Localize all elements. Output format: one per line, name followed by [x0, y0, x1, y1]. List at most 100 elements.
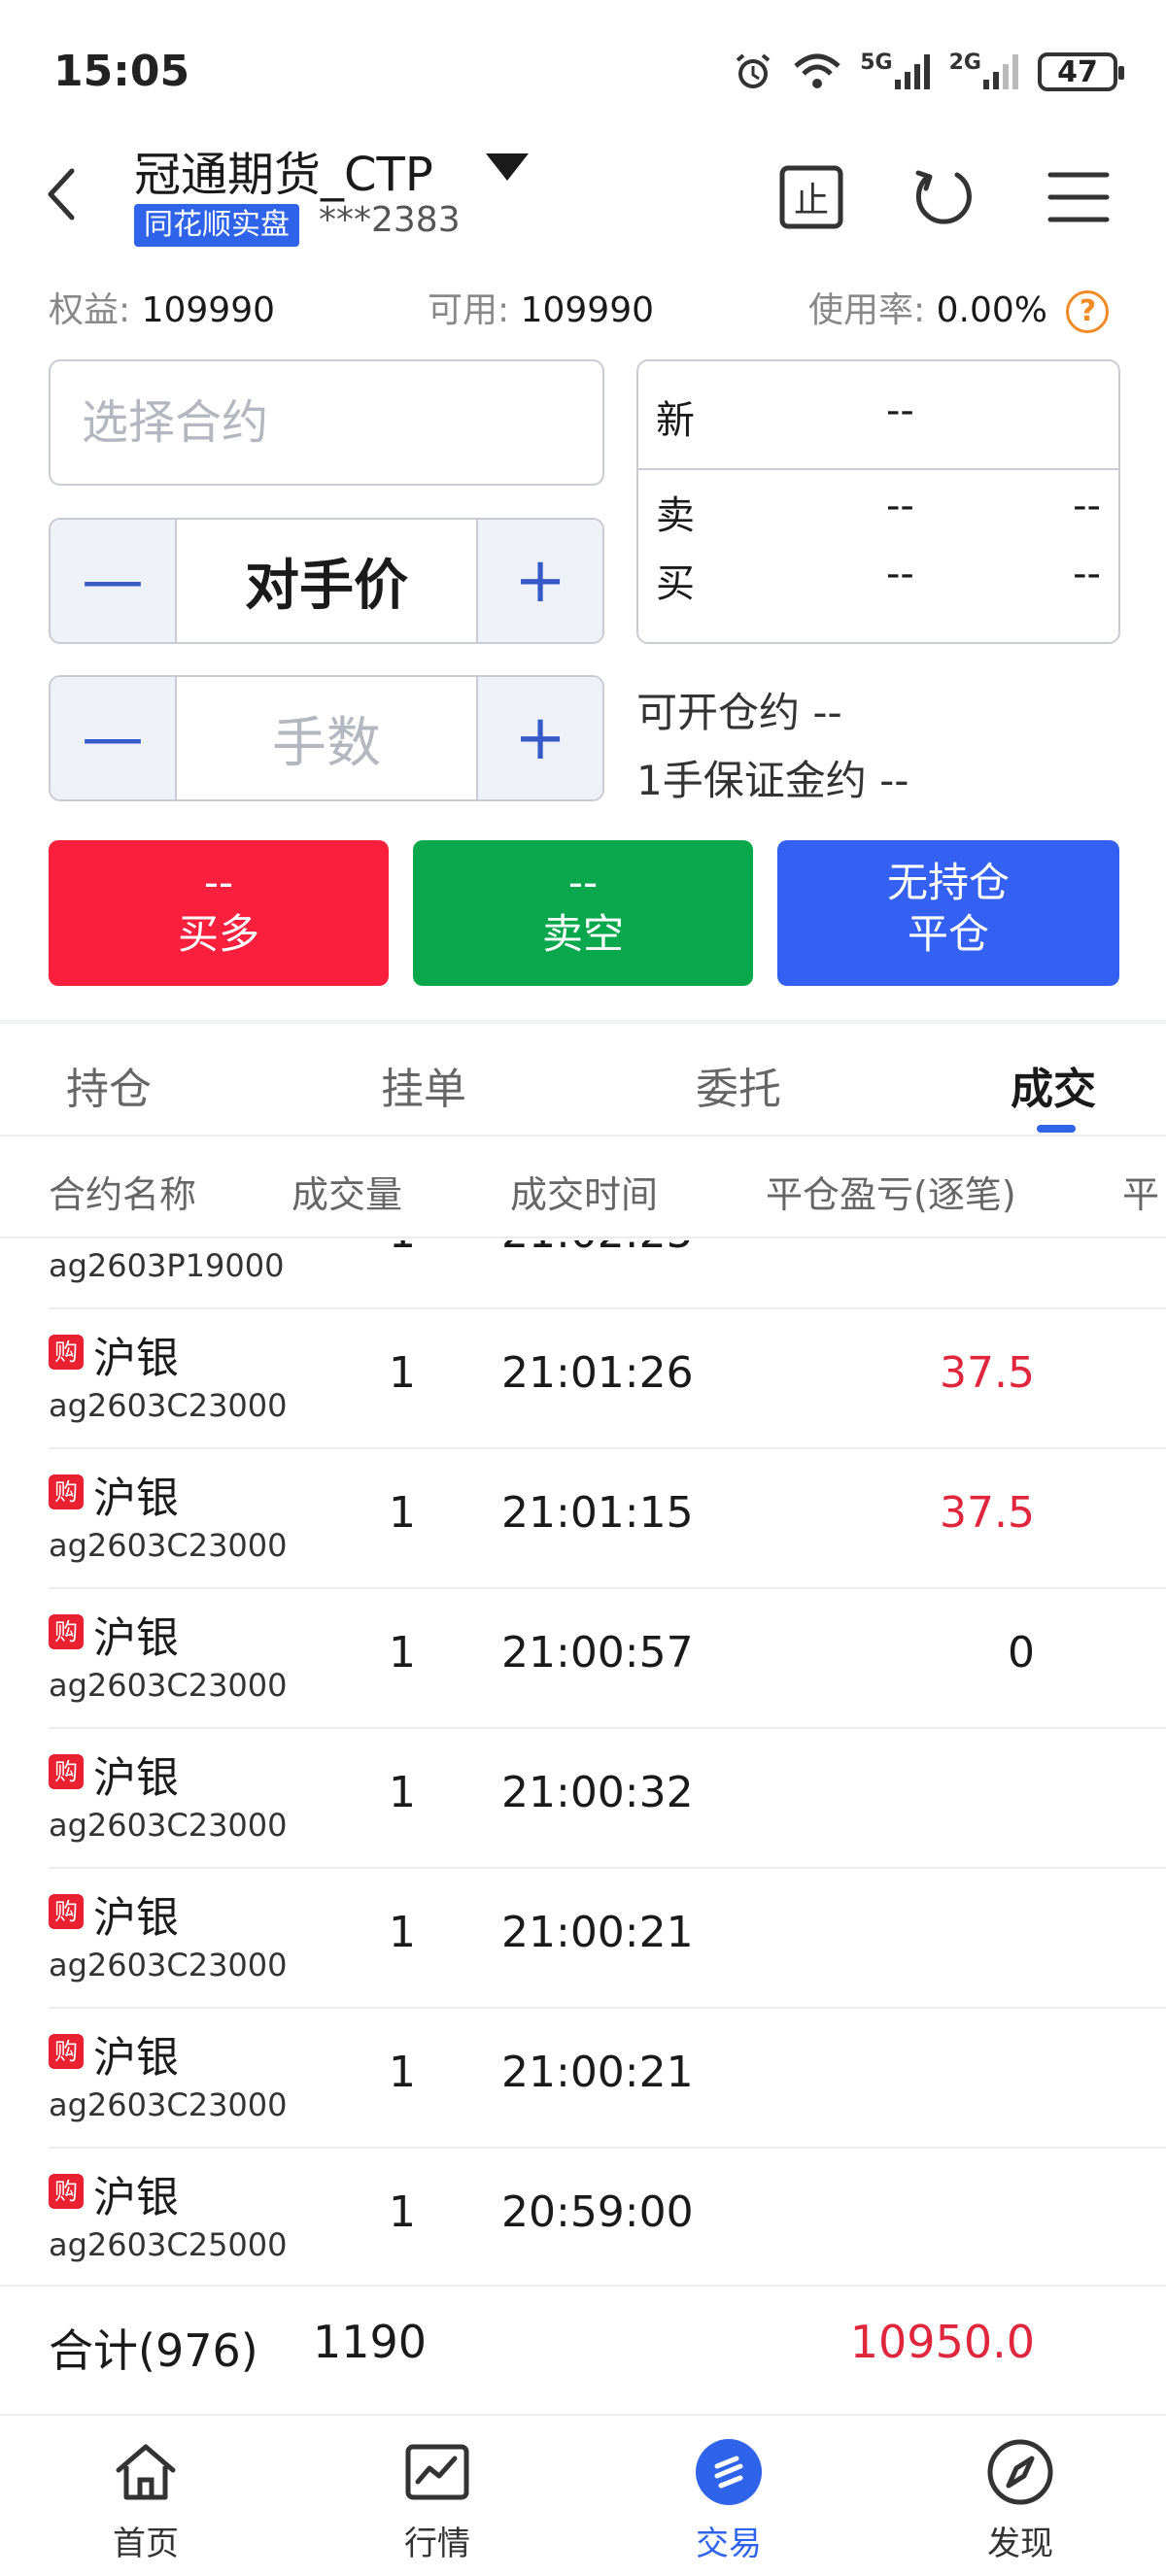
column-time[interactable]: 成交时间 — [510, 1165, 658, 1218]
row-contract-name: 沪银 — [93, 1613, 179, 1663]
status-bar: 15:05 5G 2G 47 — [0, 0, 1166, 146]
row-quantity: 1 — [389, 1768, 416, 1817]
equity: 权益: 109990 — [49, 282, 275, 332]
quote-ask-price: -- — [886, 484, 914, 528]
sell-short-button[interactable]: -- 卖空 — [413, 840, 753, 986]
trade-icon — [690, 2433, 768, 2511]
total-row: 合计(976) 1190 10950.0 — [0, 2285, 1166, 2411]
available: 可用: 109990 — [428, 282, 654, 332]
quote-bid-row: 买 -- -- — [638, 552, 1118, 610]
table-row[interactable]: 购 沪银 ag2603C23000 1 21:00:21 — [0, 1869, 1166, 2009]
quote-panel: 新 -- 卖 -- -- 买 -- -- — [636, 359, 1120, 644]
menu-icon[interactable] — [1045, 163, 1113, 231]
table-row[interactable]: 1 21:02:25 ag2603P19000 — [0, 1240, 1166, 1309]
nav-market-label: 行情 — [404, 2525, 470, 2563]
row-contract-code: ag2603C23000 — [49, 1387, 288, 1424]
chart-icon — [398, 2433, 476, 2511]
equity-label: 权益: — [49, 290, 131, 330]
row-pnl: 37.5 — [940, 1488, 1035, 1538]
alarm-icon — [732, 51, 774, 93]
dropdown-caret-icon[interactable] — [486, 153, 529, 181]
row-contract-name: 沪银 — [93, 1753, 179, 1803]
help-icon[interactable]: ? — [1066, 290, 1110, 333]
quantity-plus-button[interactable]: + — [476, 677, 602, 799]
tab-positions[interactable]: 持仓 — [66, 1054, 152, 1116]
header: 冠通期货_CTP 同花顺实盘 ***2383 止 — [0, 126, 1166, 262]
status-icons: 5G 2G 47 — [732, 51, 1124, 93]
tab-orders[interactable]: 委托 — [696, 1054, 781, 1116]
usage-value: 0.00% — [936, 290, 1047, 330]
nav-market[interactable]: 行情 — [360, 2433, 515, 2564]
table-row[interactable]: 购 沪银 ag2603C23000 1 21:01:26 37.5 — [0, 1309, 1166, 1449]
price-plus-button[interactable]: + — [476, 520, 602, 642]
row-contract-name: 沪银 — [93, 1334, 179, 1383]
column-volume[interactable]: 成交量 — [292, 1165, 402, 1218]
account-number: ***2383 — [319, 200, 461, 240]
stop-icon[interactable]: 止 — [777, 163, 845, 231]
tab-indicator — [1037, 1125, 1076, 1133]
column-pnl[interactable]: 平仓盈亏(逐笔) — [766, 1165, 1016, 1218]
sell-price: -- — [567, 859, 599, 906]
row-contract-name: 沪银 — [93, 1474, 179, 1523]
row-contract-code: ag2603C23000 — [49, 1527, 288, 1564]
column-more[interactable]: 平 — [1122, 1165, 1159, 1218]
table-row[interactable]: 购 沪银 ag2603C23000 1 21:00:32 — [0, 1729, 1166, 1869]
quantity-minus-button[interactable]: — — [51, 677, 177, 799]
row-quantity: 1 — [389, 1488, 416, 1538]
total-label: 合计(976) — [49, 2324, 258, 2377]
nav-trade[interactable]: 交易 — [651, 2433, 806, 2564]
nav-discover[interactable]: 发现 — [943, 2433, 1098, 2564]
margin-info: 1手保证金约 -- — [636, 748, 909, 807]
price-minus-button[interactable]: — — [51, 520, 177, 642]
nav-home-label: 首页 — [113, 2525, 179, 2563]
table-row[interactable]: 购 沪银 ag2603C23000 1 21:00:57 0 — [0, 1589, 1166, 1729]
quote-last-value: -- — [886, 389, 914, 433]
total-pnl: 10950.0 — [849, 2316, 1035, 2368]
price-type-field[interactable]: 对手价 — [177, 520, 476, 642]
quote-ask-label: 卖 — [656, 493, 695, 538]
row-time: 21:00:21 — [501, 2048, 694, 2097]
battery-icon: 47 — [1038, 52, 1124, 91]
row-time: 21:00:32 — [501, 1768, 694, 1817]
nav-discover-label: 发现 — [987, 2525, 1053, 2563]
close-position-button[interactable]: 无持仓 平仓 — [777, 840, 1119, 986]
margin-label: 1手保证金约 — [636, 757, 867, 804]
row-quantity: 1 — [389, 1908, 416, 1957]
table-header: 合约名称 成交量 成交时间 平仓盈亏(逐笔) 平 — [0, 1141, 1166, 1238]
row-contract-code: ag2603C23000 — [49, 1807, 288, 1844]
row-quantity: 1 — [389, 2187, 416, 2237]
quote-ask-row: 卖 -- -- — [638, 484, 1118, 542]
refresh-icon[interactable] — [909, 163, 977, 231]
buy-badge-icon: 购 — [49, 1335, 84, 1370]
table-row[interactable]: 购 沪银 ag2603C23000 1 21:00:21 — [0, 2009, 1166, 2149]
column-contract[interactable]: 合约名称 — [49, 1165, 196, 1218]
trade-list[interactable]: 1 21:02:25 ag2603P19000 购 沪银 ag2603C2300… — [0, 1240, 1166, 2285]
broker-title[interactable]: 冠通期货_CTP — [134, 136, 433, 204]
tab-trades[interactable]: 成交 — [1011, 1054, 1096, 1116]
quote-bid-volume: -- — [1073, 552, 1101, 596]
equity-value: 109990 — [141, 290, 276, 330]
home-icon — [107, 2433, 185, 2511]
openable-info: 可开仓约 -- — [636, 680, 842, 739]
buy-badge-icon: 购 — [49, 1754, 84, 1789]
row-contract-code: ag2603P19000 — [49, 1247, 285, 1284]
buy-label: 买多 — [177, 909, 259, 958]
back-icon[interactable] — [39, 165, 87, 223]
section-divider — [0, 1020, 1166, 1024]
buy-long-button[interactable]: -- 买多 — [49, 840, 389, 986]
row-contract-code: ag2603C25000 — [49, 2226, 288, 2263]
openable-value: -- — [812, 689, 842, 736]
close-status: 无持仓 — [886, 859, 1010, 906]
nav-home[interactable]: 首页 — [68, 2433, 223, 2564]
table-row[interactable]: 购 沪银 ag2603C25000 1 20:59:00 — [0, 2149, 1166, 2285]
record-tabs: 持仓 挂单 委托 成交 — [0, 1030, 1166, 1136]
quantity-field[interactable]: 手数 — [177, 677, 476, 799]
buy-badge-icon: 购 — [49, 1474, 84, 1509]
buy-badge-icon: 购 — [49, 2034, 84, 2069]
tab-pending[interactable]: 挂单 — [381, 1054, 466, 1116]
table-row[interactable]: 购 沪银 ag2603C23000 1 21:01:15 37.5 — [0, 1449, 1166, 1589]
row-pnl: 37.5 — [940, 1348, 1035, 1398]
row-quantity: 1 — [389, 1628, 416, 1678]
contract-select-input[interactable]: 选择合约 — [49, 359, 604, 486]
usage-label: 使用率: — [808, 290, 926, 330]
